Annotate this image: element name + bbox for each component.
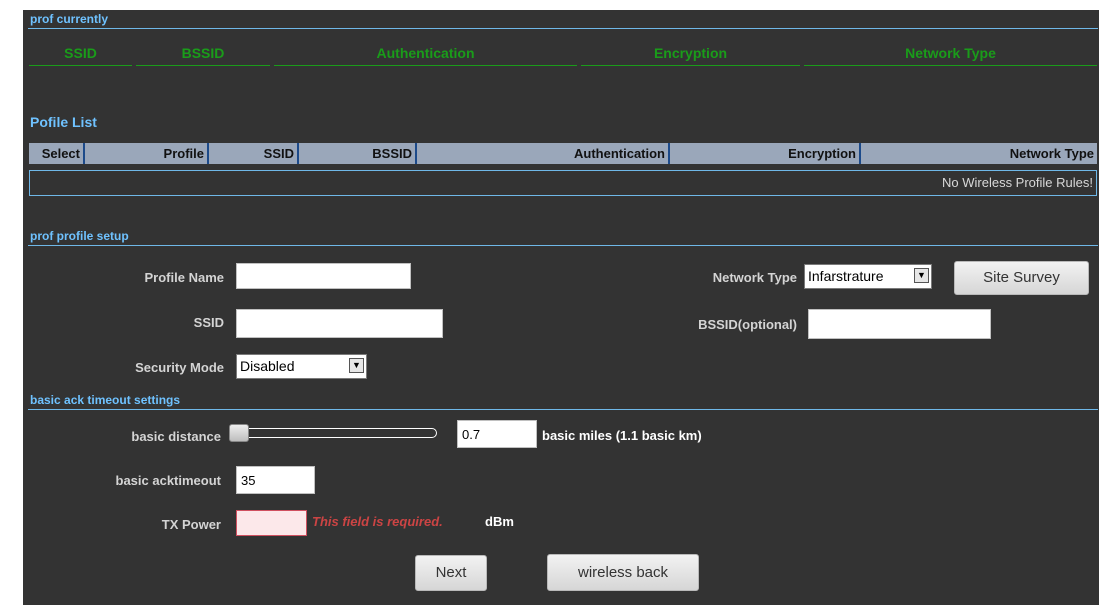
network-type-value: Infarstrature [808,268,884,284]
site-survey-button[interactable]: Site Survey [954,261,1089,295]
network-type-select[interactable]: Infarstrature ▼ [804,264,932,289]
section-divider [28,409,1098,410]
distance-slider-handle[interactable] [229,424,249,442]
distance-unit: basic miles (1.1 basic km) [542,428,702,443]
distance-label: basic distance [131,429,221,444]
profile-list-empty-row: No Wireless Profile Rules! [29,170,1097,196]
current-col-authentication: Authentication [274,45,577,66]
profile-list-header: Select Profile SSID BSSID Authentication… [29,143,1097,164]
wireless-profile-panel: prof currently SSID BSSID Authentication… [23,10,1099,605]
security-mode-select[interactable]: Disabled ▼ [236,354,367,379]
profile-name-input[interactable] [236,263,411,289]
col-encryption: Encryption [670,143,861,164]
bssid-label: BSSID(optional) [698,317,797,332]
distance-input[interactable] [457,420,537,448]
col-profile: Profile [85,143,209,164]
chevron-down-icon[interactable]: ▼ [914,268,929,283]
profile-list-title: Pofile List [30,114,97,130]
next-button[interactable]: Next [415,555,487,591]
ssid-input[interactable] [236,309,443,338]
security-mode-value: Disabled [240,358,295,374]
chevron-down-icon[interactable]: ▼ [349,358,364,373]
network-type-label: Network Type [712,270,797,285]
col-select: Select [29,143,85,164]
empty-message: No Wireless Profile Rules! [942,175,1093,190]
current-col-ssid: SSID [29,45,132,66]
current-col-encryption: Encryption [581,45,800,66]
tx-power-error: This field is required. [312,514,443,529]
ssid-label: SSID [193,315,224,330]
current-profile-title: prof currently [30,12,109,26]
col-bssid: BSSID [299,143,417,164]
acktimeout-input[interactable] [236,466,315,494]
col-authentication: Authentication [417,143,670,164]
tx-power-input[interactable] [236,510,307,536]
acktimeout-label: basic acktimeout [115,473,222,488]
profile-setup-title: prof profile setup [30,229,129,243]
ack-settings-title: basic ack timeout settings [30,393,181,407]
tx-power-label: TX Power [161,517,221,532]
current-col-bssid: BSSID [136,45,270,66]
wireless-back-button[interactable]: wireless back [547,554,699,591]
current-col-network-type: Network Type [804,45,1097,66]
section-divider [28,245,1098,246]
profile-name-label: Profile Name [144,270,224,285]
col-network-type: Network Type [861,143,1097,164]
tx-power-unit: dBm [485,514,514,529]
security-mode-label: Security Mode [135,360,224,375]
distance-slider-track[interactable] [234,428,437,438]
bssid-input[interactable] [808,309,991,339]
col-ssid: SSID [209,143,299,164]
section-divider [28,28,1098,29]
